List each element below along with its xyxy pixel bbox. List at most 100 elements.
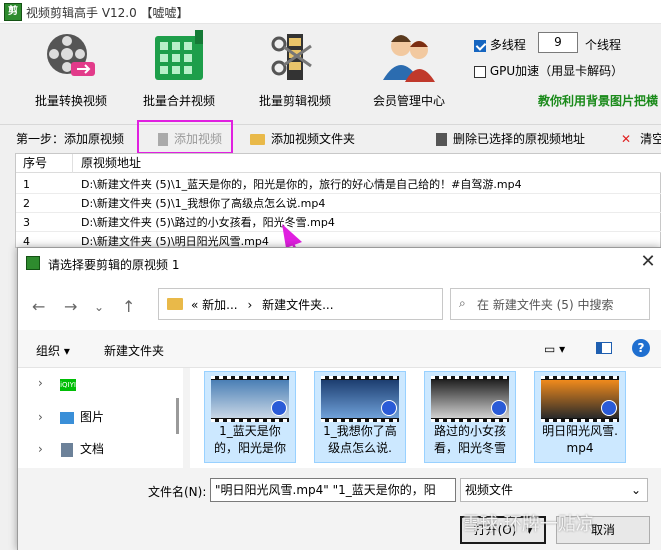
filename-input[interactable]: "明日阳光风雪.mp4" "1_蓝天是你的，阳 xyxy=(210,478,456,502)
nav-scrollbar[interactable] xyxy=(176,398,179,434)
gpu-option[interactable]: GPU加速（用显卡解码） xyxy=(474,62,623,79)
batch-merge-label: 批量合并视频 xyxy=(142,94,215,108)
file-name: 路过的小女孩看，阳光冬雪 xyxy=(433,424,506,455)
file-item[interactable]: 路过的小女孩看，阳光冬雪 xyxy=(424,371,516,463)
batch-edit-button[interactable]: 批量剪辑视频 xyxy=(240,30,350,109)
video-badge-icon xyxy=(381,400,397,416)
file-name: 1_我想你了高级点怎么说. xyxy=(323,424,397,455)
merge-grid-icon xyxy=(151,30,207,84)
video-thumbnail xyxy=(431,376,509,422)
step-label: 第一步：添加原视频 xyxy=(16,132,125,146)
row-path: D:\新建文件夹 (5)\1_我想你了高级点怎么说.mp4 xyxy=(81,197,326,210)
filetype-value: 视频文件 xyxy=(465,483,514,497)
navigation-pane: › iQIYI › 图片 › 文档 xyxy=(18,368,183,468)
add-folder-label: 添加视频文件夹 xyxy=(271,132,356,146)
chevron-down-icon: ⌄ xyxy=(630,483,641,497)
clear-button[interactable]: ✕ 清空 xyxy=(621,130,661,147)
documents-icon xyxy=(61,442,73,457)
watermark: 雪球·环牌一贴凉 xyxy=(462,514,594,535)
recent-chevron-icon[interactable]: ⌄ xyxy=(94,300,104,314)
video-thumbnail xyxy=(321,376,399,422)
batch-merge-button[interactable]: 批量合并视频 xyxy=(124,30,234,109)
delete-selected-button[interactable]: 删除已选择的原视频地址 xyxy=(436,130,585,147)
clear-label: 清空 xyxy=(640,132,661,146)
delete-selected-label: 删除已选择的原视频地址 xyxy=(453,132,586,146)
dialog-nav-bar: ← → ⌄ ↑ « 新加... › 新建文件夹... ⌕ 在 新建文件夹 (5)… xyxy=(18,278,661,330)
file-item[interactable]: 1_我想你了高级点怎么说. xyxy=(314,371,406,463)
row-index: 1 xyxy=(23,178,30,191)
add-folder-button[interactable]: 添加视频文件夹 xyxy=(250,130,355,147)
table-row[interactable]: 1 D:\新建文件夹 (5)\1_蓝天是你的，阳光是你的，旅行的好心情是自己给的… xyxy=(16,175,661,194)
help-icon[interactable]: ? xyxy=(632,339,650,357)
multithread-label: 多线程 xyxy=(489,38,526,52)
pictures-icon xyxy=(60,411,74,424)
delete-file-icon xyxy=(436,133,447,146)
row-path: D:\新建文件夹 (5)\1_蓝天是你的，阳光是你的，旅行的好心情是自己给的！#… xyxy=(81,178,522,191)
users-icon xyxy=(381,30,437,84)
close-icon[interactable]: ✕ xyxy=(638,252,658,272)
member-center-button[interactable]: 会员管理中心 xyxy=(354,30,464,109)
dialog-app-icon xyxy=(26,256,40,270)
file-list[interactable]: 1_蓝天是你的，阳光是你 1_我想你了高级点怎么说. 路过的小女孩看，阳光冬雪 … xyxy=(190,368,661,468)
search-box[interactable]: ⌕ 在 新建文件夹 (5) 中搜索 xyxy=(450,288,650,320)
app-icon: 剪 xyxy=(4,3,22,21)
file-open-dialog[interactable]: 请选择要剪辑的原视频 1 ✕ ← → ⌄ ↑ « 新加... › 新建文件夹..… xyxy=(17,247,661,550)
member-center-label: 会员管理中心 xyxy=(372,94,445,108)
back-arrow-icon[interactable]: ← xyxy=(32,297,45,316)
forward-arrow-icon[interactable]: → xyxy=(64,297,77,316)
dialog-footer: 文件名(N): "明日阳光风雪.mp4" "1_蓝天是你的，阳 视频文件 ⌄ 打… xyxy=(18,468,661,550)
col-path-header: 原视频地址 xyxy=(81,156,142,170)
address-path: « 新加... › 新建文件夹... xyxy=(191,298,334,312)
nav-item-pictures[interactable]: › 图片 xyxy=(38,408,104,425)
dialog-title: 请选择要剪辑的原视频 1 xyxy=(48,258,180,272)
batch-edit-label: 批量剪辑视频 xyxy=(258,94,331,108)
multithread-option[interactable]: 多线程 xyxy=(474,36,526,53)
search-placeholder: 在 新建文件夹 (5) 中搜索 xyxy=(477,298,614,312)
address-bar[interactable]: « 新加... › 新建文件夹... xyxy=(158,288,443,320)
title-bar: 剪 视频剪辑高手 V12.0 【嘘嘘】 xyxy=(0,0,661,24)
folder-icon xyxy=(250,134,265,145)
thread-count-input[interactable]: 9 xyxy=(538,32,578,53)
table-header: 序号 原视频地址 xyxy=(16,154,661,173)
search-icon: ⌕ xyxy=(459,296,466,310)
video-badge-icon xyxy=(271,400,287,416)
main-window: 剪 视频剪辑高手 V12.0 【嘘嘘】 批量转换视频 批量合并视频 批量剪辑视频… xyxy=(0,0,661,550)
filetype-select[interactable]: 视频文件 ⌄ xyxy=(460,478,648,502)
batch-convert-button[interactable]: 批量转换视频 xyxy=(16,30,126,109)
nav-item-documents[interactable]: › 文档 xyxy=(38,440,104,457)
threads-suffix: 个线程 xyxy=(585,38,622,52)
video-thumbnail xyxy=(211,376,289,422)
video-badge-icon xyxy=(601,400,617,416)
view-options-icon[interactable]: ▭ ▾ xyxy=(544,342,565,356)
file-item[interactable]: 明日阳光风雪.mp4 xyxy=(534,371,626,463)
dialog-title-bar: 请选择要剪辑的原视频 1 ✕ xyxy=(18,248,661,278)
organize-button[interactable]: 组织 ▾ xyxy=(36,342,70,359)
file-name: 1_蓝天是你的，阳光是你 xyxy=(213,424,286,455)
up-arrow-icon[interactable]: ↑ xyxy=(122,297,135,316)
nav-item-iqiyi[interactable]: › iQIYI xyxy=(38,376,76,391)
scissors-film-icon xyxy=(267,30,323,84)
window-title: 视频剪辑高手 V12.0 【嘘嘘】 xyxy=(26,6,189,20)
new-folder-button[interactable]: 新建文件夹 xyxy=(104,342,164,359)
gpu-checkbox[interactable] xyxy=(474,65,486,78)
table-row[interactable]: 2 D:\新建文件夹 (5)\1_我想你了高级点怎么说.mp4 xyxy=(16,194,661,213)
file-name: 明日阳光风雪.mp4 xyxy=(542,424,618,455)
red-x-icon: ✕ xyxy=(621,132,632,146)
gpu-label: GPU加速（用显卡解码） xyxy=(489,64,624,78)
promo-link[interactable]: 教你利用背景图片把横 xyxy=(538,92,658,109)
batch-convert-label: 批量转换视频 xyxy=(34,94,107,108)
preview-pane-icon[interactable] xyxy=(596,342,612,354)
file-item[interactable]: 1_蓝天是你的，阳光是你 xyxy=(204,371,296,463)
video-badge-icon xyxy=(491,400,507,416)
video-thumbnail xyxy=(541,376,619,422)
row-index: 3 xyxy=(23,216,30,229)
folder-icon xyxy=(167,298,183,310)
highlight-box xyxy=(137,120,233,154)
filename-label: 文件名(N): xyxy=(148,485,207,499)
film-reel-convert-icon xyxy=(43,30,99,84)
col-index-header: 序号 xyxy=(16,154,73,173)
dialog-command-bar: 组织 ▾ 新建文件夹 ▭ ▾ ? xyxy=(18,330,661,368)
row-index: 2 xyxy=(23,197,30,210)
multithread-checkbox[interactable] xyxy=(474,39,486,52)
iqiyi-icon: iQIYI xyxy=(60,379,76,391)
